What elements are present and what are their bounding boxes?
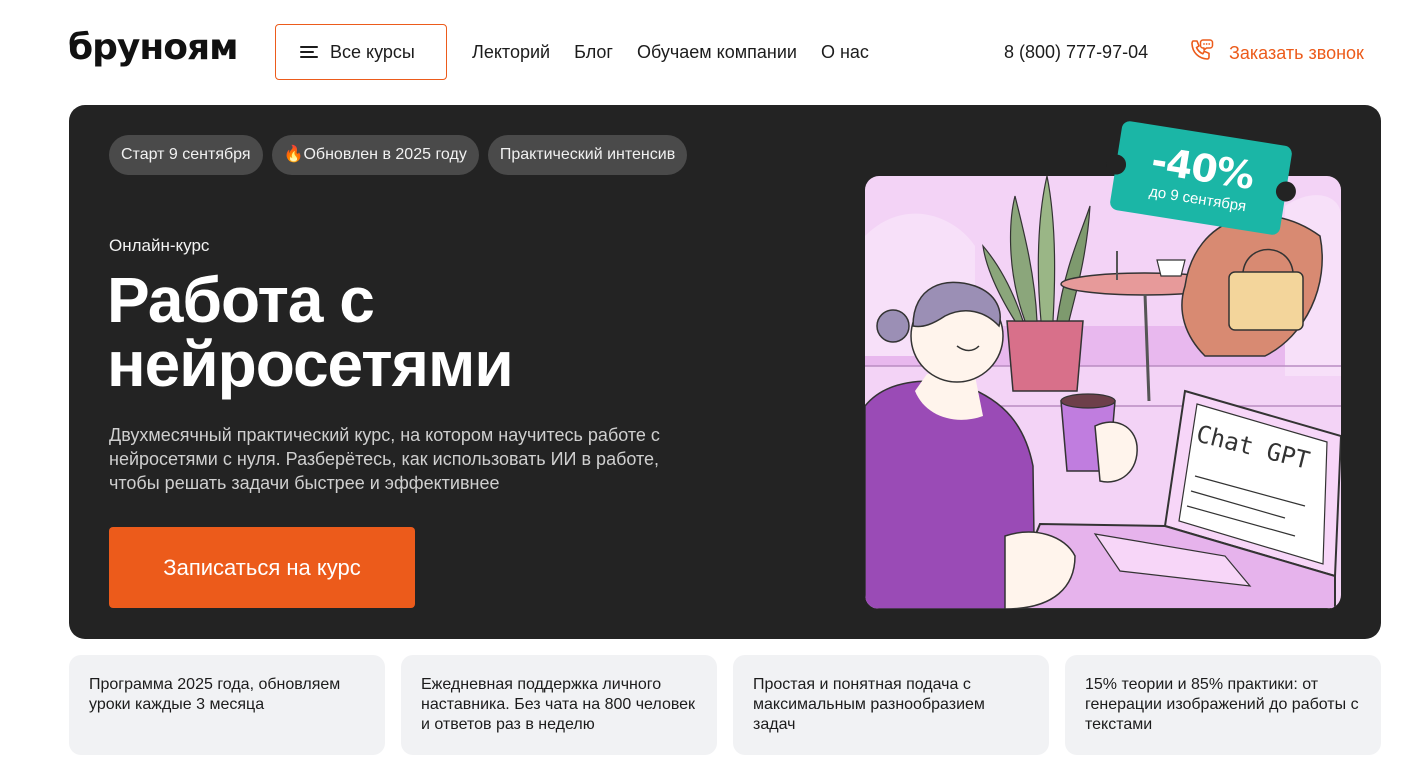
callback-label: Заказать звонок xyxy=(1229,42,1364,63)
menu-icon xyxy=(300,45,318,59)
all-courses-label: Все курсы xyxy=(330,41,415,62)
phone-number[interactable]: 8 (800) 777-97-04 xyxy=(1004,40,1148,64)
page-title: Работа с нейросетями xyxy=(107,268,707,396)
all-courses-button[interactable]: Все курсы xyxy=(275,24,447,80)
feature-card: Простая и понятная подача с максимальным… xyxy=(733,655,1049,755)
feature-card: 15% теории и 85% практики: от генерации … xyxy=(1065,655,1381,755)
tag-updated: 🔥Обновлен в 2025 году xyxy=(271,135,479,175)
phone-chat-icon xyxy=(1188,37,1214,68)
title-line-2: нейросетями xyxy=(107,328,514,400)
feature-card: Ежедневная поддержка личного наставника.… xyxy=(401,655,717,755)
tag-intensive: Практический интенсив xyxy=(487,135,688,175)
course-description: Двухмесячный практический курс, на котор… xyxy=(109,425,660,493)
logo[interactable]: бруноям xyxy=(68,26,239,70)
nav-link-lectures[interactable]: Лекторий xyxy=(472,40,550,64)
callback-link[interactable]: Заказать звонок xyxy=(1188,37,1364,68)
feature-cards: Программа 2025 года, обновляем уроки каж… xyxy=(69,655,1381,755)
title-line-1: Работа с xyxy=(107,264,375,336)
tag-start-date: Старт 9 сентября xyxy=(109,135,263,175)
nav-link-blog[interactable]: Блог xyxy=(574,40,613,64)
course-type: Онлайн-курс xyxy=(109,236,210,255)
nav-link-corporate[interactable]: Обучаем компании xyxy=(637,40,797,64)
hero-banner: Старт 9 сентября 🔥Обновлен в 2025 году П… xyxy=(69,105,1381,639)
enroll-button[interactable]: Записаться на курс xyxy=(109,527,415,608)
site-header: бруноям Все курсы Лекторий Блог Обучаем … xyxy=(0,0,1417,100)
main-nav: Лекторий Блог Обучаем компании О нас xyxy=(472,40,869,64)
nav-link-about[interactable]: О нас xyxy=(821,40,869,64)
course-illustration: Chat GPT xyxy=(865,176,1341,609)
feature-card: Программа 2025 года, обновляем уроки каж… xyxy=(69,655,385,755)
hero-tags: Старт 9 сентября 🔥Обновлен в 2025 году П… xyxy=(109,135,688,175)
